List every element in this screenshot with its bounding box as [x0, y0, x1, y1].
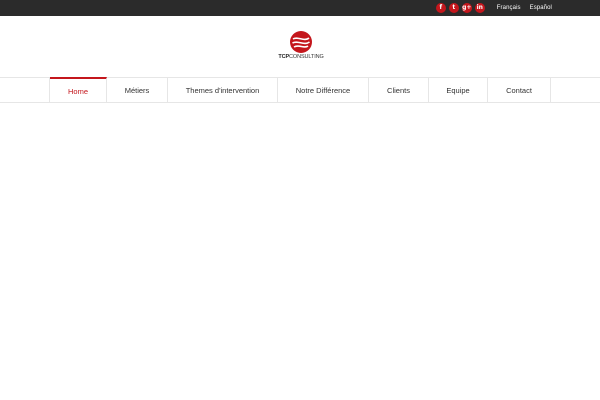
nav-item-contact[interactable]: Contact [488, 77, 551, 103]
nav-item-equipe[interactable]: Equipe [429, 77, 488, 103]
logo-wordmark-rest: CONSULTING [289, 54, 324, 60]
nav-item-metiers[interactable]: Métiers [107, 77, 168, 103]
nav-item-home[interactable]: Home [50, 77, 107, 103]
linkedin-icon[interactable]: in [474, 3, 485, 13]
nav-item-themes-d-intervention[interactable]: Themes d'intervention [168, 77, 278, 103]
language-link-francais[interactable]: Français [497, 5, 521, 11]
nav-menu: Home Métiers Themes d'intervention Notre… [49, 77, 551, 103]
google-plus-icon[interactable]: g+ [461, 3, 472, 13]
logo-wordmark: TCPCONSULTING [276, 54, 326, 60]
nav-item-clients[interactable]: Clients [369, 77, 429, 103]
logo-emblem-icon [290, 31, 312, 53]
top-bar: f t g+ in Français Español [0, 0, 600, 16]
language-switcher: Français Español [497, 5, 552, 11]
twitter-icon[interactable]: t [448, 3, 459, 13]
social-links: f t g+ in [435, 3, 485, 13]
nav-item-notre-difference[interactable]: Notre Différence [278, 77, 369, 103]
facebook-icon[interactable]: f [435, 3, 446, 13]
header: TCPCONSULTING [0, 16, 600, 77]
language-link-espanol[interactable]: Español [530, 5, 552, 11]
main-content-area [0, 103, 600, 400]
logo-wordmark-bold: TCP [278, 54, 290, 60]
main-navigation: Home Métiers Themes d'intervention Notre… [0, 77, 600, 103]
site-logo[interactable]: TCPCONSULTING [276, 30, 326, 66]
